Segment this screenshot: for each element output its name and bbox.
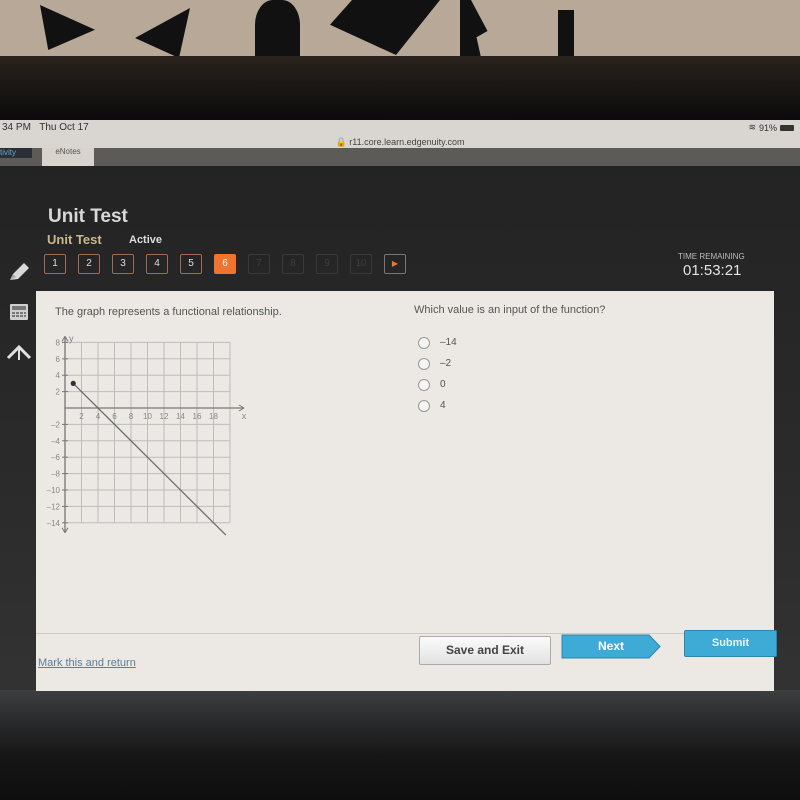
status-badge: Active: [129, 234, 163, 246]
x-axis-label: x: [242, 411, 247, 421]
answer-option[interactable]: –2: [418, 353, 457, 374]
question-nav-1[interactable]: 1: [44, 254, 66, 274]
device-bezel: [0, 56, 800, 120]
question-prompt: Which value is an input of the function?: [414, 304, 606, 316]
background-wall: [0, 0, 800, 62]
tab-activity[interactable]: tivity: [0, 148, 32, 158]
answer-option-label: 0: [440, 379, 446, 390]
address-bar[interactable]: 🔒 r11.core.learn.edgenuity.com: [0, 137, 800, 148]
x-tick-label: 4: [96, 412, 101, 421]
radio-button[interactable]: [418, 357, 430, 370]
y-tick-label: 8: [56, 338, 61, 347]
collapse-tool[interactable]: [0, 332, 38, 372]
test-subtitle: Unit Test: [47, 232, 102, 247]
answer-options: –14 –2 0 4: [418, 332, 457, 416]
y-tick-label: 4: [56, 371, 61, 380]
radio-button[interactable]: [418, 378, 430, 391]
status-indicators: ≋ 91%: [748, 122, 794, 133]
answer-option[interactable]: –14: [418, 332, 457, 353]
pencil-icon: [10, 263, 29, 280]
question-nav-5[interactable]: 5: [180, 254, 202, 274]
save-and-exit-button[interactable]: Save and Exit: [419, 636, 551, 665]
y-tick-label: –10: [47, 486, 61, 495]
radio-button[interactable]: [418, 336, 430, 349]
question-nav-2[interactable]: 2: [78, 254, 100, 274]
battery-icon: [780, 124, 794, 131]
calculator-tool[interactable]: [0, 292, 38, 332]
y-tick-label: –6: [51, 453, 60, 462]
y-tick-label: –4: [51, 437, 60, 446]
y-tick-label: 6: [56, 355, 61, 364]
x-tick-label: 10: [143, 412, 152, 421]
y-tick-label: –14: [47, 519, 61, 528]
question-nav-4[interactable]: 4: [146, 254, 168, 274]
tab-enotes[interactable]: eNotes: [42, 148, 94, 166]
function-line: [72, 382, 227, 536]
question-nav-8: 8: [282, 254, 304, 274]
question-nav-9: 9: [316, 254, 338, 274]
question-nav-3[interactable]: 3: [112, 254, 134, 274]
graph-prompt: The graph represents a functional relati…: [55, 306, 282, 318]
x-tick-label: 8: [129, 412, 134, 421]
question-nav-6[interactable]: 6: [214, 254, 236, 274]
answer-option[interactable]: 4: [418, 395, 457, 416]
question-navigation: 1 2 3 4 5 6 7 8 9 10 ▶: [44, 254, 406, 274]
next-label: Next: [597, 639, 624, 653]
x-tick-label: 12: [160, 412, 169, 421]
start-point-closed-dot: [70, 380, 76, 386]
time-remaining-value: 01:53:21: [683, 262, 742, 279]
answer-option-label: –2: [440, 358, 452, 369]
device-lower-bezel: [0, 690, 800, 800]
question-nav-10: 10: [350, 254, 372, 274]
x-tick-label: 18: [209, 412, 218, 421]
function-graph: x y 2 4 6 8 10 12 14 16 18 8 6 4 2 –2 –4 –6 –8 –10 –12 –14: [47, 333, 247, 536]
footer-divider: [36, 633, 774, 634]
page-title: Unit Test: [48, 206, 128, 227]
answer-option-label: 4: [440, 400, 446, 411]
calculator-icon: [10, 304, 28, 320]
x-tick-label: 16: [193, 412, 202, 421]
status-time: 34 PM Thu Oct 17: [2, 122, 89, 133]
mark-and-return-link[interactable]: Mark this and return: [38, 657, 136, 669]
y-tick-label: –8: [51, 470, 60, 479]
wifi-icon: ≋: [748, 122, 756, 132]
time-remaining-label: TIME REMAINING: [678, 252, 745, 261]
x-tick-label: 14: [176, 412, 185, 421]
question-nav-next-arrow[interactable]: ▶: [384, 254, 406, 274]
submit-button[interactable]: Submit: [684, 630, 777, 657]
next-button[interactable]: Next: [561, 634, 661, 659]
y-tick-label: –2: [51, 420, 60, 429]
answer-option-label: –14: [440, 337, 457, 348]
y-tick-label: 2: [56, 388, 61, 397]
lock-icon: 🔒: [335, 137, 347, 147]
tool-sidebar: [0, 252, 40, 372]
question-panel: The graph represents a functional relati…: [36, 291, 777, 691]
y-tick-label: –12: [47, 502, 61, 511]
collapse-icon: [6, 344, 32, 360]
y-axis-label: y: [69, 333, 74, 343]
answer-option[interactable]: 0: [418, 374, 457, 395]
browser-tab-strip: [0, 148, 800, 166]
pencil-tool[interactable]: [0, 252, 38, 292]
x-tick-label: 6: [112, 412, 117, 421]
question-nav-7: 7: [248, 254, 270, 274]
x-tick-label: 2: [79, 412, 84, 421]
radio-button[interactable]: [418, 399, 430, 412]
